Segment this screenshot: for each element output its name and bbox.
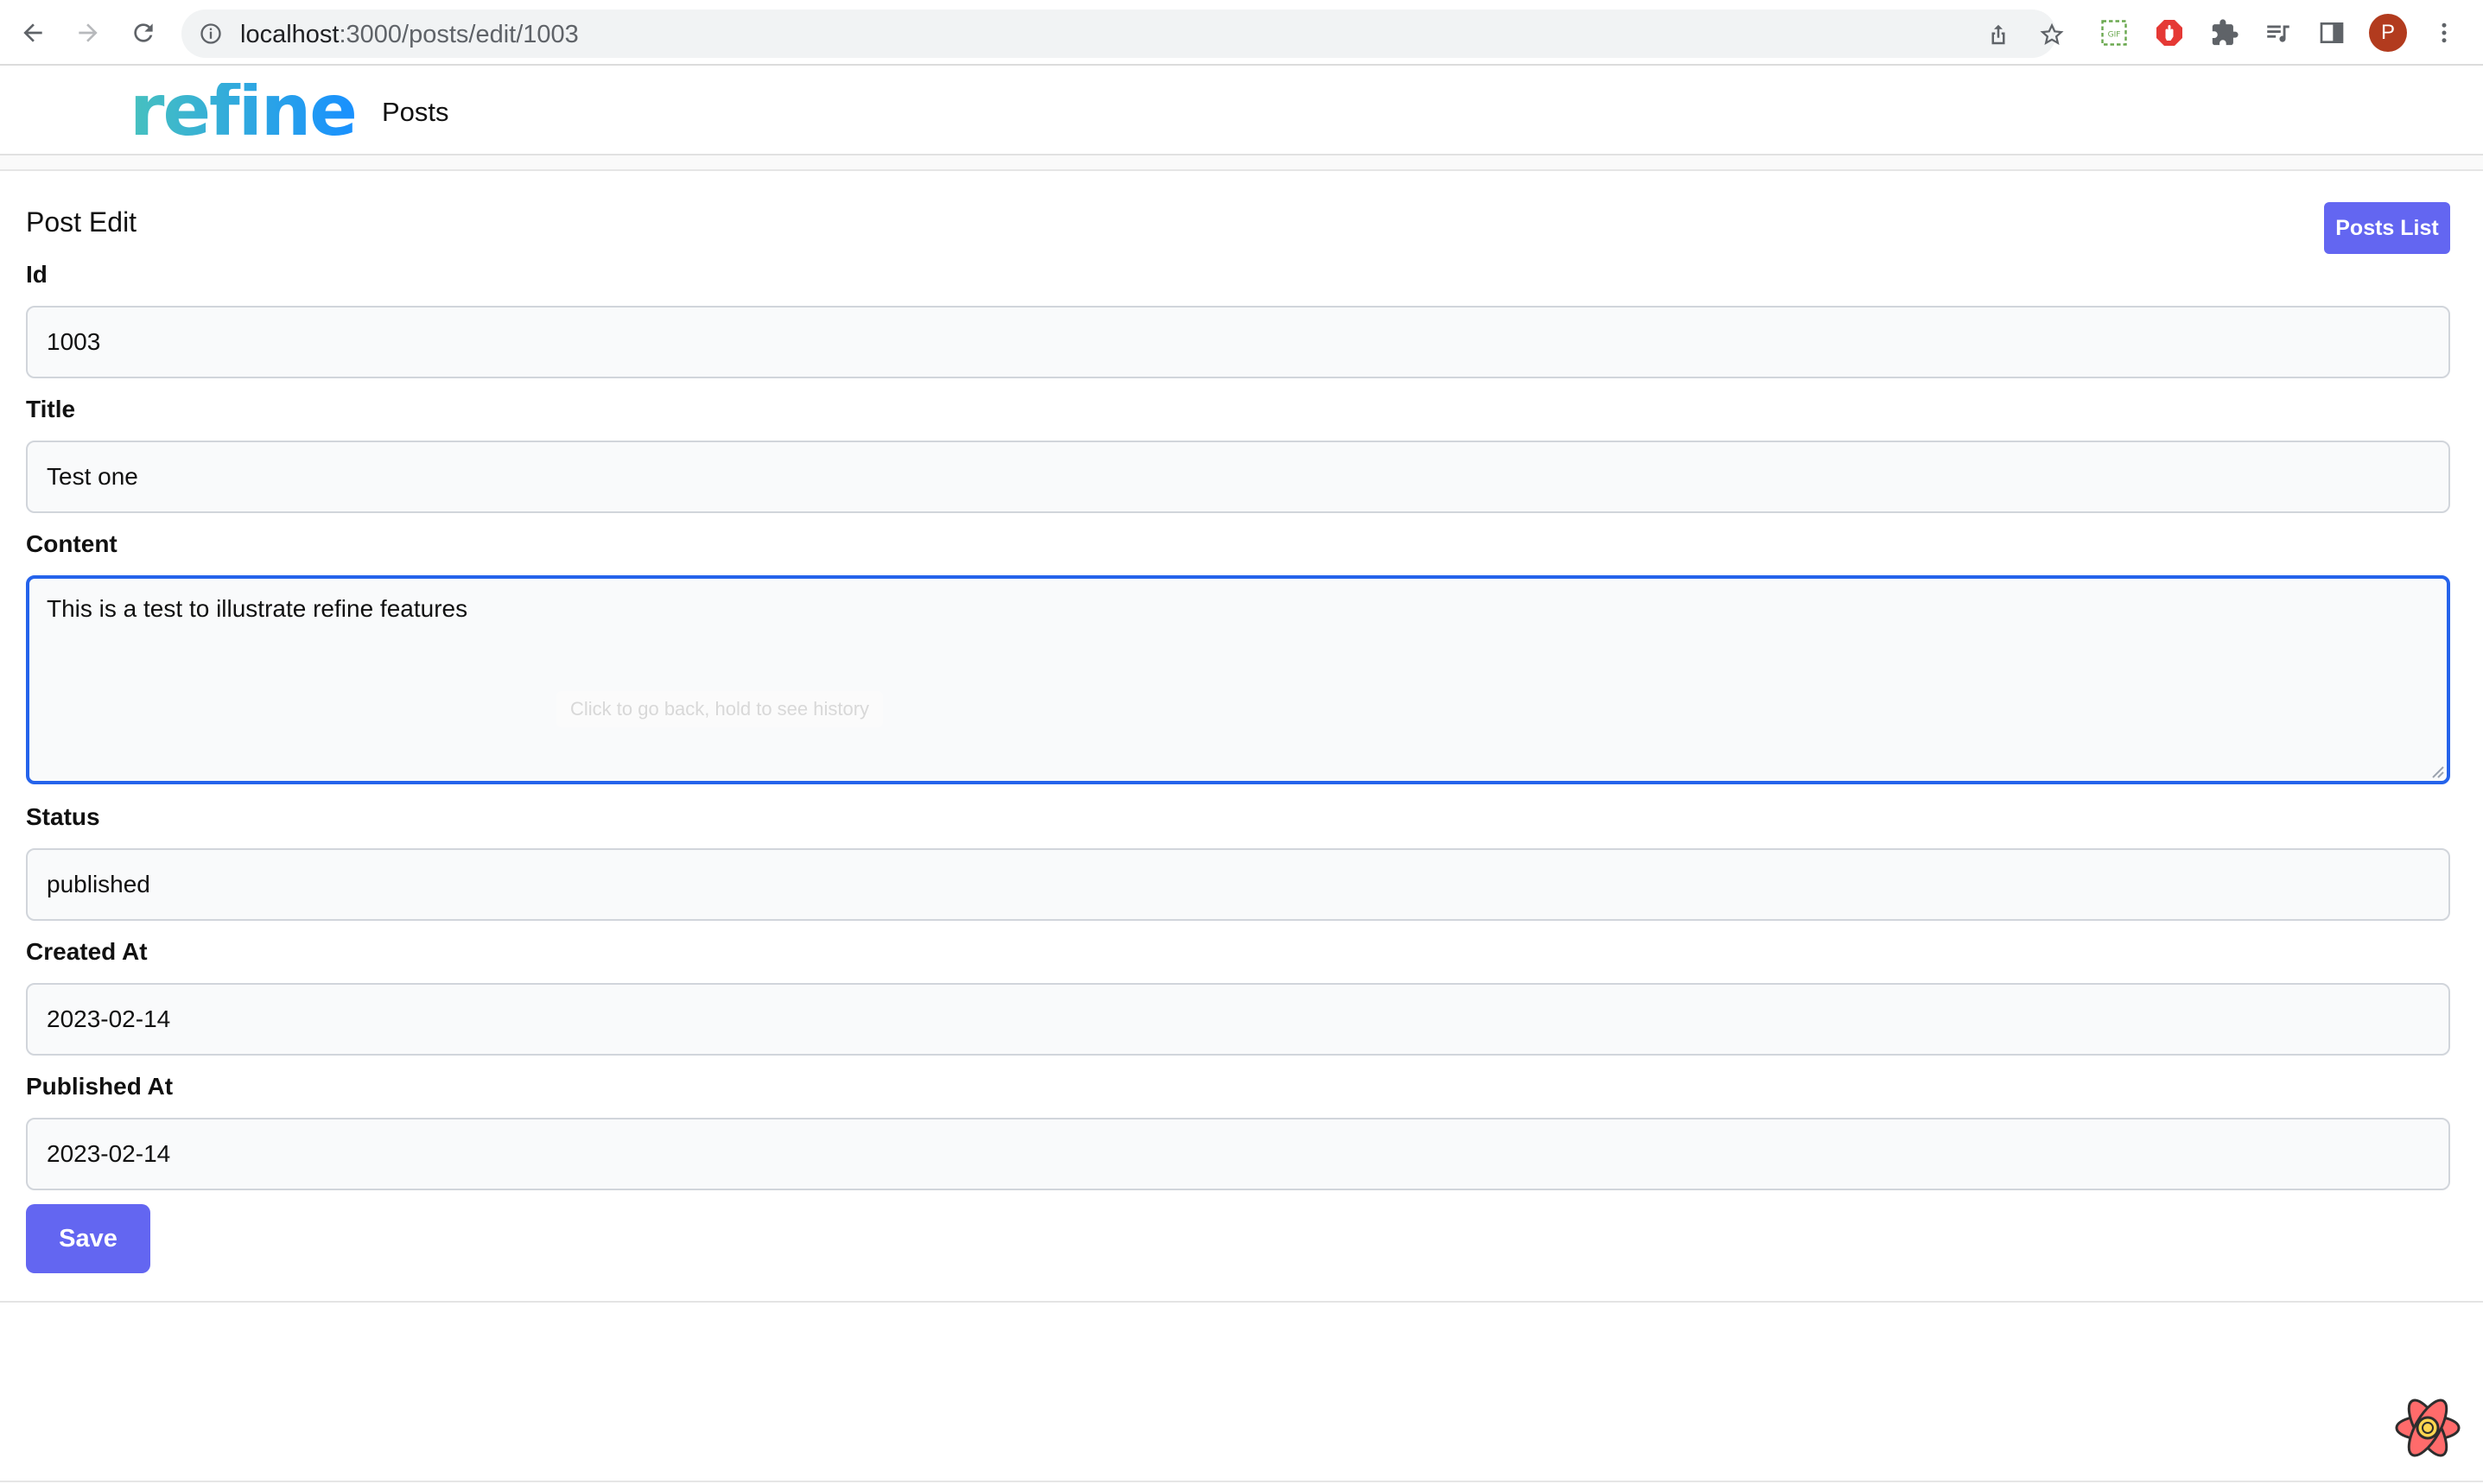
browser-toolbar: localhost:3000/posts/edit/1003 GIF P xyxy=(0,0,2483,66)
url-text[interactable]: localhost:3000/posts/edit/1003 xyxy=(240,21,579,48)
site-info-icon[interactable] xyxy=(199,22,223,46)
save-button[interactable]: Save xyxy=(26,1204,150,1273)
page: localhost:3000/posts/edit/1003 GIF P ref… xyxy=(0,0,2483,1484)
content-label: Content xyxy=(26,530,117,557)
post-edit-card: Post Edit Posts List Id 1003 Title Test … xyxy=(0,171,2483,1303)
back-button-tooltip: Click to go back, hold to see history xyxy=(556,691,884,727)
url-path: :3000/posts/edit/1003 xyxy=(339,21,579,48)
content-text: This is a test to illustrate refine feat… xyxy=(47,595,468,622)
created-at-label: Created At xyxy=(26,938,148,965)
puzzle-extensions-icon[interactable] xyxy=(2208,16,2241,49)
logo-text: refine xyxy=(130,83,356,145)
gif-extension-icon[interactable]: GIF xyxy=(2098,16,2131,49)
kebab-menu-icon[interactable] xyxy=(2428,16,2461,49)
content-textarea[interactable]: This is a test to illustrate refine feat… xyxy=(26,575,2450,784)
header-separator xyxy=(0,155,2483,171)
url-host: localhost xyxy=(240,21,340,48)
page-title: Post Edit xyxy=(26,206,137,238)
nav-posts[interactable]: Posts xyxy=(382,97,449,128)
address-bar[interactable]: localhost:3000/posts/edit/1003 xyxy=(181,10,2064,58)
app-header: refine Posts xyxy=(0,67,2483,155)
title-input[interactable]: Test one xyxy=(26,441,2450,513)
posts-list-button[interactable]: Posts List xyxy=(2324,202,2450,254)
share-icon[interactable] xyxy=(1985,22,2011,48)
id-label: Id xyxy=(26,261,48,288)
svg-text:GIF: GIF xyxy=(2108,31,2121,40)
id-input[interactable]: 1003 xyxy=(26,306,2450,378)
page-bottom-border xyxy=(0,1481,2483,1482)
created-at-input[interactable]: 2023-02-14 xyxy=(26,983,2450,1056)
react-query-devtools-icon[interactable] xyxy=(2391,1394,2464,1462)
status-input[interactable]: published xyxy=(26,848,2450,921)
status-label: Status xyxy=(26,803,100,830)
side-panel-icon[interactable] xyxy=(2315,16,2348,49)
forward-arrow-icon[interactable] xyxy=(69,14,107,52)
bookmark-star-icon[interactable] xyxy=(2039,22,2065,48)
published-at-input[interactable]: 2023-02-14 xyxy=(26,1118,2450,1190)
published-at-label: Published At xyxy=(26,1073,174,1100)
reload-icon[interactable] xyxy=(124,14,162,52)
resize-grip-icon[interactable] xyxy=(2429,764,2445,779)
refine-logo[interactable]: refine xyxy=(130,83,356,145)
profile-avatar[interactable]: P xyxy=(2369,14,2407,52)
adblock-extension-icon[interactable] xyxy=(2153,16,2186,49)
title-label: Title xyxy=(26,396,76,422)
back-arrow-icon[interactable] xyxy=(14,14,52,52)
media-queue-icon[interactable] xyxy=(2262,16,2295,49)
